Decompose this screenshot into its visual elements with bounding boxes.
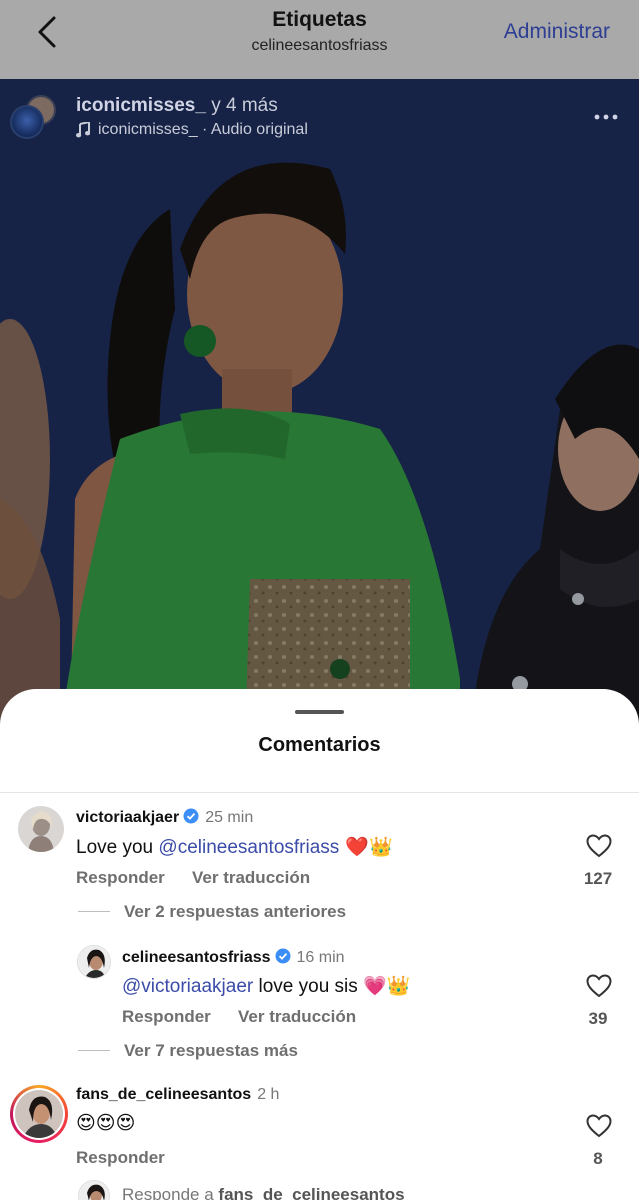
verified-badge-icon [275, 948, 291, 964]
comment-emojis: 😍😍😍 [76, 1112, 136, 1134]
reply-button[interactable]: Responder [76, 1148, 165, 1168]
comment-time: 2 h [257, 1086, 280, 1103]
comment-header[interactable]: celineesantosfriass 16 min [122, 948, 345, 967]
like-count: 39 [588, 1009, 608, 1028]
avatar[interactable] [18, 806, 64, 852]
emoji-text: ❤️👑 [345, 836, 393, 858]
like-button[interactable] [586, 974, 612, 998]
user-photo-icon [18, 806, 64, 852]
post-collaborators-count[interactable]: y 4 más [211, 95, 278, 116]
story-ring-avatar[interactable] [10, 1085, 68, 1143]
comment-time: 16 min [296, 949, 345, 966]
more-options-button[interactable] [593, 107, 619, 127]
top-navigation-bar: Etiquetas celineesantosfriass Administra… [0, 0, 639, 79]
reply-prompt-prefix: Responde a [122, 1185, 219, 1200]
comment-text-body: love you sis [253, 976, 364, 997]
like-button[interactable] [586, 1114, 612, 1138]
mention-link[interactable]: @victoriaakjaer [122, 976, 253, 997]
music-note-icon [76, 122, 90, 138]
comment-header[interactable]: fans_de_celineesantos 2 h [76, 1086, 279, 1104]
comment-text: @victoriaakjaer love you sis 💗👑 [122, 974, 410, 998]
replies-divider-line [78, 1050, 110, 1051]
comment-username[interactable]: celineesantosfriass [122, 949, 271, 966]
comment-header[interactable]: victoriaakjaer 25 min [76, 808, 253, 827]
heart-outline-icon [586, 834, 612, 858]
like-count: 127 [583, 869, 613, 888]
reply-composer-input[interactable]: Responde a fans_de_celineesantos [122, 1185, 405, 1200]
comment-emojis: ❤️👑 [339, 836, 392, 858]
user-photo-icon [79, 1181, 109, 1200]
heart-outline-icon [586, 1114, 612, 1138]
sheet-drag-handle[interactable] [295, 710, 344, 714]
video-dim-overlay [0, 79, 639, 739]
translate-button[interactable]: Ver traducción [192, 868, 310, 888]
translate-button[interactable]: Ver traducción [238, 1007, 356, 1027]
mention-link[interactable]: @celineesantosfriass [158, 837, 339, 858]
like-count: 8 [593, 1149, 603, 1168]
author-avatar [10, 105, 44, 139]
reply-button[interactable]: Responder [76, 868, 165, 888]
user-photo-icon [15, 1090, 63, 1138]
verified-badge-icon [183, 808, 199, 824]
audio-attribution[interactable]: iconicmisses_ · Audio original [76, 121, 308, 139]
comment-username[interactable]: victoriaakjaer [76, 809, 179, 826]
reply-prompt-user: fans_de_celineesantos [218, 1185, 405, 1200]
comment-text: Love you @celineesantosfriass ❤️👑 [76, 835, 393, 859]
divider [0, 792, 639, 793]
replies-divider-line [78, 911, 110, 912]
manage-button[interactable]: Administrar [504, 20, 610, 44]
comment-username[interactable]: fans_de_celineesantos [76, 1086, 251, 1103]
audio-label: iconicmisses_ · Audio original [98, 121, 308, 138]
comment-text-body: Love you [76, 837, 159, 858]
more-dots-icon [594, 114, 618, 120]
comment-emojis: 💗👑 [363, 975, 411, 997]
like-button[interactable] [586, 834, 612, 858]
post-author[interactable]: iconicmisses_ y 4 más [76, 95, 278, 117]
post-author-avatars[interactable] [10, 95, 56, 141]
view-previous-replies-link[interactable]: Ver 2 respuestas anteriores [124, 902, 346, 922]
avatar[interactable] [77, 945, 111, 979]
avatar [13, 1088, 65, 1140]
comments-title: Comentarios [258, 734, 381, 756]
heart-outline-icon [586, 974, 612, 998]
reply-button[interactable]: Responder [122, 1007, 211, 1027]
comment-time: 25 min [205, 809, 254, 826]
post-username[interactable]: iconicmisses_ [76, 95, 206, 116]
reel-video[interactable]: iconicmisses_ y 4 más iconicmisses_ · Au… [0, 79, 639, 739]
view-more-replies-link[interactable]: Ver 7 respuestas más [124, 1041, 298, 1061]
